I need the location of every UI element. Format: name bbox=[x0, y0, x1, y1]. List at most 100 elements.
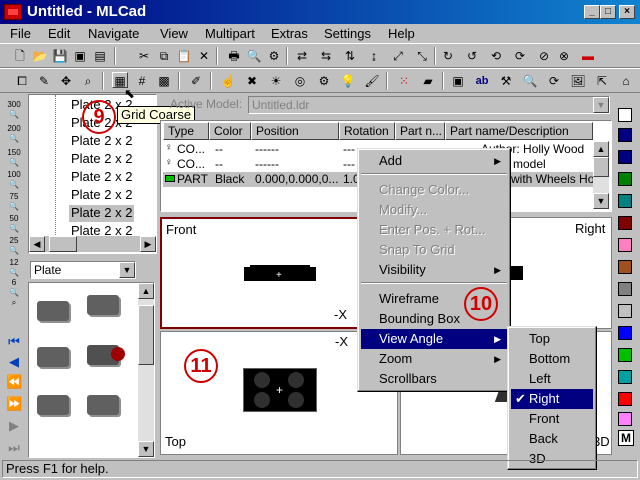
scroll-left-icon[interactable]: ◀ bbox=[29, 236, 45, 252]
move-x-icon[interactable]: ⇄ bbox=[294, 48, 310, 64]
rotate-neg-z-icon[interactable]: ⊗ bbox=[556, 48, 572, 64]
new-icon[interactable]: 🗋 bbox=[12, 48, 28, 64]
move-neg-y-icon[interactable]: ↨ bbox=[366, 48, 382, 64]
tree-hscrollbar[interactable]: ◀ ▶ bbox=[29, 236, 156, 252]
menu-view[interactable]: View bbox=[160, 26, 188, 41]
more-colors-icon[interactable]: M bbox=[618, 430, 634, 446]
print-preview-icon[interactable]: 🔍 bbox=[246, 48, 262, 64]
color-swatch[interactable] bbox=[618, 348, 632, 362]
tree-item-selected[interactable]: Plate 2 x 2 bbox=[69, 205, 135, 222]
menu-item-zoom[interactable]: Zoom ▶ bbox=[361, 349, 507, 369]
color-swatch[interactable] bbox=[618, 260, 632, 274]
color-swatch[interactable] bbox=[618, 194, 632, 208]
tree-item[interactable]: Plate 2 x 2 bbox=[69, 169, 134, 186]
zoom-fit-icon[interactable]: ⌕ bbox=[4, 298, 24, 318]
menu-help[interactable]: Help bbox=[388, 26, 415, 41]
app-icon[interactable] bbox=[4, 4, 22, 20]
menu-item-top[interactable]: Top bbox=[511, 329, 593, 349]
first-step-icon[interactable]: ⏮ bbox=[6, 334, 22, 350]
zoom-150-icon[interactable]: 150 🔍 bbox=[4, 148, 24, 168]
part-thumbnail[interactable] bbox=[37, 395, 69, 415]
menu-item-visibility[interactable]: Visibility ▶ bbox=[361, 260, 507, 280]
color-swatch[interactable] bbox=[618, 238, 632, 252]
save-all-icon[interactable]: ▤ bbox=[92, 48, 108, 64]
color-swatch[interactable] bbox=[618, 326, 632, 340]
menu-item-left[interactable]: Left bbox=[511, 369, 593, 389]
tree-item[interactable]: Plate 2 x 2 bbox=[69, 187, 134, 204]
menu-item-front[interactable]: Front bbox=[511, 409, 593, 429]
scroll-thumb[interactable] bbox=[49, 236, 77, 252]
properties-icon[interactable]: ⚙ bbox=[266, 48, 282, 64]
zoom-200-icon[interactable]: 200 🔍 bbox=[4, 124, 24, 144]
settings-icon[interactable]: ⚙ bbox=[316, 73, 332, 89]
forward-icon[interactable]: ⏩ bbox=[6, 396, 22, 412]
category-select[interactable]: Plate ▼ bbox=[30, 261, 136, 279]
menu-item-right[interactable]: ✔ Right bbox=[511, 389, 593, 409]
col-desc[interactable]: Part name/Description bbox=[445, 122, 593, 140]
no-icon[interactable]: ✖ bbox=[244, 73, 260, 89]
save-as-icon[interactable]: ▣ bbox=[72, 48, 88, 64]
col-rotation[interactable]: Rotation bbox=[339, 122, 395, 140]
brick-icon[interactable]: ▬ bbox=[580, 48, 596, 64]
copy-icon[interactable]: ⧉ bbox=[156, 48, 172, 64]
text-icon[interactable]: ab bbox=[474, 73, 490, 89]
menu-item-scrollbars[interactable]: Scrollbars bbox=[361, 369, 507, 389]
part-thumbnail[interactable] bbox=[37, 347, 69, 367]
move-y-icon[interactable]: ⇅ bbox=[342, 48, 358, 64]
cut-icon[interactable]: ✂ bbox=[136, 48, 152, 64]
open-icon[interactable]: 📂 bbox=[32, 48, 48, 64]
pencil-icon[interactable]: ✐ bbox=[188, 73, 204, 89]
color-swatch[interactable] bbox=[618, 412, 632, 426]
scroll-thumb[interactable] bbox=[593, 157, 609, 177]
paste-icon[interactable]: 📋 bbox=[176, 48, 192, 64]
paint-icon[interactable]: 🖌 bbox=[364, 73, 380, 89]
save-icon[interactable]: 💾 bbox=[52, 48, 68, 64]
minimize-button[interactable]: _ bbox=[584, 5, 600, 19]
grid-fine-icon[interactable]: ▩ bbox=[156, 73, 172, 89]
tree-item[interactable]: Plate 2 x 2 bbox=[69, 133, 134, 150]
rotate-neg-y-icon[interactable]: ⟳ bbox=[512, 48, 528, 64]
color-swatch[interactable] bbox=[618, 216, 632, 230]
list-vscrollbar[interactable]: ▲ ▼ bbox=[593, 141, 609, 209]
menu-item-view-angle[interactable]: View Angle ▶ bbox=[361, 329, 507, 349]
zoom-50-icon[interactable]: 50 🔍 bbox=[4, 214, 24, 234]
pan-icon[interactable]: ✥ bbox=[58, 73, 74, 89]
grid-dots-icon[interactable]: ⁙ bbox=[396, 73, 412, 89]
print-icon[interactable]: 🖶 bbox=[226, 48, 242, 64]
hand-icon[interactable]: ☝ bbox=[220, 73, 236, 89]
part-thumbnail[interactable] bbox=[87, 295, 119, 315]
hammer-icon[interactable]: ⚒ bbox=[498, 73, 514, 89]
maximize-button[interactable]: □ bbox=[600, 5, 616, 19]
col-color[interactable]: Color bbox=[209, 122, 251, 140]
export-icon[interactable]: ⇱ bbox=[594, 73, 610, 89]
menu-edit[interactable]: Edit bbox=[48, 26, 70, 41]
part-thumbnail[interactable] bbox=[87, 395, 119, 415]
sun-icon[interactable]: ☀ bbox=[268, 73, 284, 89]
edit-icon[interactable]: ✎ bbox=[36, 73, 52, 89]
rotate-x-icon[interactable]: ↻ bbox=[440, 48, 456, 64]
chevron-down-icon[interactable]: ▼ bbox=[119, 262, 135, 278]
next-step-icon[interactable]: ▶ bbox=[6, 418, 22, 434]
prev-step-icon[interactable]: ◀ bbox=[6, 354, 22, 370]
scroll-down-icon[interactable]: ▼ bbox=[138, 441, 154, 457]
find-icon[interactable]: 🔍 bbox=[522, 73, 538, 89]
scroll-right-icon[interactable]: ▶ bbox=[140, 236, 156, 252]
rotate-neg-x-icon[interactable]: ↺ bbox=[464, 48, 480, 64]
move-neg-x-icon[interactable]: ⇆ bbox=[318, 48, 334, 64]
scroll-thumb[interactable] bbox=[138, 305, 154, 365]
move-z-icon[interactable]: ⤢ bbox=[390, 48, 406, 64]
house-icon[interactable]: ⌂ bbox=[618, 73, 634, 89]
col-position[interactable]: Position bbox=[251, 122, 339, 140]
image-icon[interactable]: 🖼 bbox=[570, 73, 586, 89]
zoom-6-icon[interactable]: 6 🔍 bbox=[4, 278, 24, 298]
bulb-icon[interactable]: 💡 bbox=[340, 73, 356, 89]
picture-icon[interactable]: ▣ bbox=[450, 73, 466, 89]
close-button[interactable]: × bbox=[619, 5, 635, 19]
zoom-25-icon[interactable]: 25 🔍 bbox=[4, 236, 24, 256]
zoom-300-icon[interactable]: 300 🔍 bbox=[4, 100, 24, 120]
scroll-up-icon[interactable]: ▲ bbox=[593, 141, 609, 157]
color-swatch[interactable] bbox=[618, 128, 632, 142]
menu-navigate[interactable]: Navigate bbox=[88, 26, 139, 41]
color-swatch[interactable] bbox=[618, 370, 632, 384]
color-swatch[interactable] bbox=[618, 150, 632, 164]
